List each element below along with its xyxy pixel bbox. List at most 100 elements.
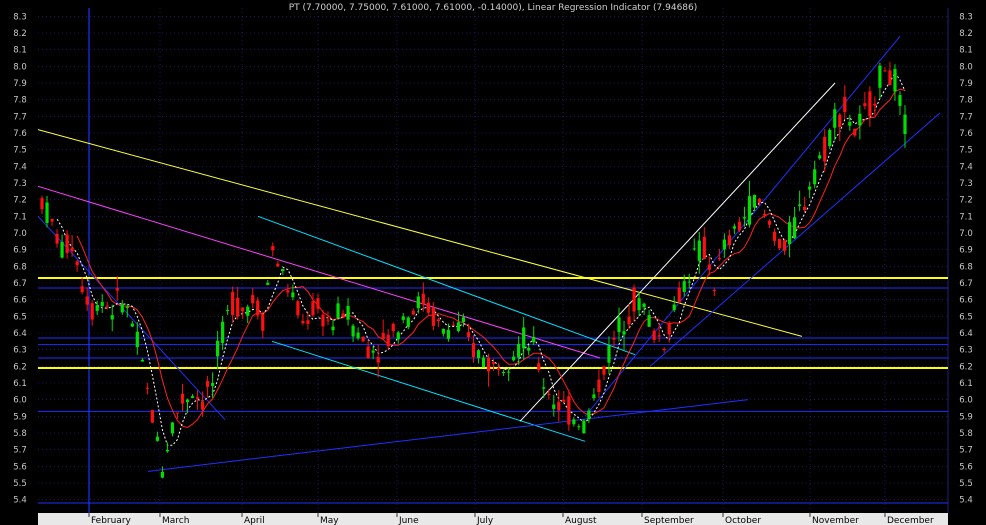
candle-up [848, 121, 852, 126]
candle-down [863, 103, 867, 106]
candle-up [165, 449, 170, 452]
candle-up [582, 420, 586, 434]
candle-up [456, 322, 461, 332]
y-tick-right-label: 5.9 [959, 412, 973, 422]
candle-down [662, 348, 666, 350]
candle-down [115, 288, 119, 291]
candle-down [366, 346, 370, 358]
candle-up [331, 326, 335, 331]
candle-down [562, 399, 566, 402]
candle-down [466, 332, 471, 338]
candle-up [587, 410, 591, 420]
candle-up [542, 387, 546, 389]
x-tick-label: July [476, 516, 494, 525]
y-tick-right-label: 5.6 [959, 462, 973, 472]
candle-down [236, 297, 240, 317]
candle-down [231, 292, 235, 316]
candle-up [752, 194, 757, 208]
y-tick-left-label: 6.1 [13, 379, 27, 389]
candle-down [75, 261, 79, 266]
y-tick-right-label: 7.8 [959, 96, 973, 106]
candle-up [346, 305, 350, 320]
candle-down [853, 128, 857, 136]
candle-down [632, 287, 636, 312]
y-tick-left-label: 7.8 [13, 96, 27, 106]
candle-down [286, 290, 290, 293]
y-tick-right-label: 6.1 [959, 379, 973, 389]
candle-up [170, 422, 175, 434]
y-tick-left-label: 7.3 [13, 179, 27, 189]
y-tick-right-label: 5.7 [959, 446, 973, 456]
y-tick-left-label: 6.7 [13, 279, 27, 289]
candle-down [767, 220, 772, 225]
candle-up [637, 298, 641, 311]
candle-up [441, 328, 445, 334]
y-tick-left-label: 7.4 [13, 162, 27, 172]
candle-down [557, 401, 561, 411]
candle-down [90, 303, 94, 320]
candle-down [376, 356, 380, 363]
candle-down [145, 387, 149, 389]
x-tick-label: February [91, 516, 132, 525]
candle-up [246, 306, 250, 316]
y-tick-left-label: 5.7 [13, 446, 27, 456]
candle-down [381, 332, 385, 339]
candle-up [185, 399, 190, 403]
y-tick-right-label: 8.2 [959, 29, 973, 39]
candle-up [808, 186, 812, 190]
x-tick-label: December [887, 516, 934, 525]
y-tick-left-label: 8.1 [13, 46, 27, 56]
y-tick-left-label: 5.4 [13, 496, 27, 506]
candle-up [216, 340, 220, 357]
candle-down [105, 305, 109, 307]
candle-down [451, 324, 456, 326]
y-tick-left-label: 7.0 [13, 229, 27, 239]
y-tick-right-label: 7.7 [959, 112, 973, 122]
candle-down [677, 287, 681, 303]
y-tick-right-label: 8.0 [959, 62, 973, 72]
y-tick-left-label: 8.3 [13, 12, 27, 22]
candle-up [461, 317, 466, 323]
candle-down [85, 296, 89, 305]
candle-up [642, 303, 646, 308]
x-tick-label: April [244, 516, 265, 525]
candle-down [256, 300, 260, 316]
candle-down [276, 263, 280, 267]
candle-down [777, 239, 782, 249]
candle-up [155, 436, 160, 441]
candle-down [261, 313, 265, 331]
candle-down [772, 231, 777, 241]
candle-down [321, 314, 325, 327]
candle-up [878, 65, 882, 88]
candle-up [687, 281, 691, 283]
candle-up [747, 196, 752, 225]
y-tick-right-label: 7.2 [959, 196, 973, 206]
candle-up [522, 327, 526, 349]
y-tick-left-label: 7.1 [13, 212, 27, 222]
x-tick-label: November [812, 516, 859, 525]
y-tick-left-label: 6.2 [13, 362, 27, 372]
candle-down [326, 319, 330, 321]
candle-up [135, 331, 139, 348]
y-tick-left-label: 6.8 [13, 262, 27, 272]
candle-down [70, 247, 74, 252]
candle-down [567, 396, 571, 425]
candle-up [572, 419, 576, 425]
candle-up [266, 282, 270, 285]
y-tick-left-label: 8.2 [13, 29, 27, 39]
y-tick-left-label: 7.2 [13, 196, 27, 206]
candle-down [426, 302, 430, 313]
y-tick-right-label: 8.1 [959, 46, 973, 56]
candle-down [657, 335, 661, 337]
candle-down [873, 103, 877, 106]
y-tick-right-label: 7.4 [959, 162, 973, 172]
candle-down [55, 233, 59, 244]
x-tick-label: March [162, 516, 189, 525]
candle-up [818, 155, 822, 159]
candle-up [291, 292, 295, 298]
candle-down [431, 307, 435, 326]
candle-down [421, 293, 425, 305]
y-tick-left-label: 5.9 [13, 412, 27, 422]
candle-up [60, 241, 64, 258]
candle-up [787, 222, 792, 245]
